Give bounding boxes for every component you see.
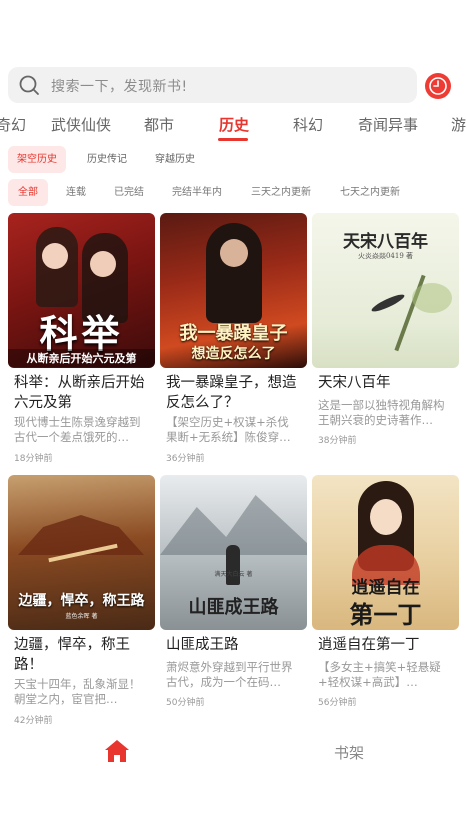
book-cover: 逍遥自在 第一丁 (312, 475, 459, 630)
search-icon (19, 75, 39, 95)
update-time: 38分钟前 (318, 436, 357, 446)
home-icon (105, 740, 129, 762)
book-title: 山匪成王路 (166, 637, 239, 653)
tab-strange[interactable]: 奇闻异事 (358, 114, 418, 135)
filter-completed[interactable]: 已完结 (114, 179, 144, 206)
cover-title: 山匪成王路 (188, 597, 279, 618)
book-cover: 我一暴躁皇子 想造反怎么了 (160, 213, 307, 368)
book-cover: 科举 从断亲后开始六元及第 (8, 213, 155, 368)
tab-wuxia[interactable]: 武侠仙侠 (51, 114, 111, 135)
cover-subtitle: 想造反怎么了 (191, 346, 276, 362)
tab-history[interactable]: 历史 (219, 114, 249, 135)
filter-all[interactable]: 全部 (8, 179, 48, 206)
subtab-time-travel[interactable]: 穿越历史 (146, 146, 204, 173)
update-time: 42分钟前 (14, 716, 53, 726)
search-placeholder: 搜索一下，发现新书! (51, 79, 188, 95)
update-time: 56分钟前 (318, 698, 357, 708)
book-description: 萧烬意外穿越到平行世界古代，成为一个在码… (166, 660, 293, 689)
cover-title: 边疆，悍卒，称王路 (18, 593, 145, 609)
book-title: 天宋八百年 (318, 375, 391, 391)
book-title: 边疆，悍卒，称王路！ (14, 637, 130, 673)
filter-completed-half-year[interactable]: 完结半年内 (172, 179, 222, 206)
book-card[interactable]: 科举 从断亲后开始六元及第 科举：从断亲后开始六元及第 现代博士生陈景逸穿越到古… (8, 213, 155, 464)
history-button[interactable] (425, 73, 451, 99)
book-card[interactable]: 我一暴躁皇子 想造反怎么了 我一暴躁皇子，想造反怎么了？ 【架空历史+权谋+杀伐… (160, 213, 307, 464)
filter-ongoing[interactable]: 连载 (66, 179, 86, 206)
nav-bookshelf[interactable]: 书架 (334, 742, 364, 763)
book-title: 逍遥自在第一丁 (318, 637, 420, 653)
update-time: 36分钟前 (166, 454, 205, 464)
cover-subtitle: 蓝色余晖 著 (65, 613, 98, 620)
cover-subtitle: 满天大白云 著 (214, 571, 253, 578)
book-description: 这是一部以独特视角解构王朝兴衰的史诗著作… (318, 398, 445, 427)
tab-scifi[interactable]: 科幻 (293, 114, 323, 135)
cover-subtitle: 第一丁 (349, 600, 422, 629)
cover-title: 我一暴躁皇子 (179, 323, 288, 344)
cover-subtitle: 火炎焱燚0419 著 (357, 252, 414, 260)
book-card[interactable]: 逍遥自在 第一丁 逍遥自在第一丁 【多女主+搞笑+轻悬疑+轻权谋+高武】… 56… (312, 475, 459, 725)
status-time: 4:09 (10, 4, 40, 19)
book-cover: 满天大白云 著 山匪成王路 (160, 475, 307, 630)
update-time: 50分钟前 (166, 698, 205, 708)
cover-title: 天宋八百年 (343, 232, 428, 252)
subtab-alt-history[interactable]: 架空历史 (8, 146, 66, 173)
cover-subtitle: 从断亲后开始六元及第 (8, 349, 155, 367)
book-card[interactable]: 满天大白云 著 山匪成王路 山匪成王路 萧烬意外穿越到平行世界古代，成为一个在码… (160, 475, 307, 725)
nav-home[interactable] (104, 739, 130, 763)
update-time: 18分钟前 (14, 454, 53, 464)
book-title: 科举：从断亲后开始六元及第 (14, 375, 145, 411)
wifi-icon (399, 6, 411, 18)
category-tabs: 奇幻 武侠仙侠 都市 历史 科幻 奇闻异事 游 (0, 110, 467, 142)
book-cover: 天宋八百年 火炎焱燚0419 著 (312, 213, 459, 368)
battery-icon (433, 6, 441, 18)
book-description: 【架空历史+权谋+杀伐果断+无系统】陈俊穿… (166, 415, 291, 444)
book-card[interactable]: 天宋八百年 火炎焱燚0419 著 天宋八百年 这是一部以独特视角解构王朝兴衰的史… (312, 213, 459, 463)
tab-urban[interactable]: 都市 (144, 114, 174, 135)
filter-updated-7-days[interactable]: 七天之内更新 (340, 179, 400, 206)
filter-updated-3-days[interactable]: 三天之内更新 (251, 179, 311, 206)
book-description: 天宝十四年，乱象渐显！朝堂之内，宦官把… (14, 677, 141, 706)
tab-fantasy[interactable]: 奇幻 (0, 114, 26, 135)
signal-icon (415, 6, 427, 18)
search-input[interactable]: 搜索一下，发现新书! (8, 67, 417, 103)
book-card[interactable]: 边疆，悍卒，称王路 蓝色余晖 著 边疆，悍卒，称王路！ 天宝十四年，乱象渐显！朝… (8, 475, 155, 726)
book-title: 我一暴躁皇子，想造反怎么了？ (166, 375, 297, 411)
status-icons (399, 6, 443, 18)
book-cover: 边疆，悍卒，称王路 蓝色余晖 著 (8, 475, 155, 630)
book-description: 【多女主+搞笑+轻悬疑+轻权谋+高武】… (318, 660, 441, 689)
subtab-biography[interactable]: 历史传记 (78, 146, 136, 173)
tab-games[interactable]: 游 (451, 114, 466, 135)
book-description: 现代博士生陈景逸穿越到古代一个差点饿死的… (14, 415, 141, 444)
clock-icon (429, 77, 447, 95)
status-bar: 4:09 (0, 0, 467, 24)
bottom-nav: 书架 (0, 727, 467, 779)
active-tab-indicator (218, 138, 248, 141)
